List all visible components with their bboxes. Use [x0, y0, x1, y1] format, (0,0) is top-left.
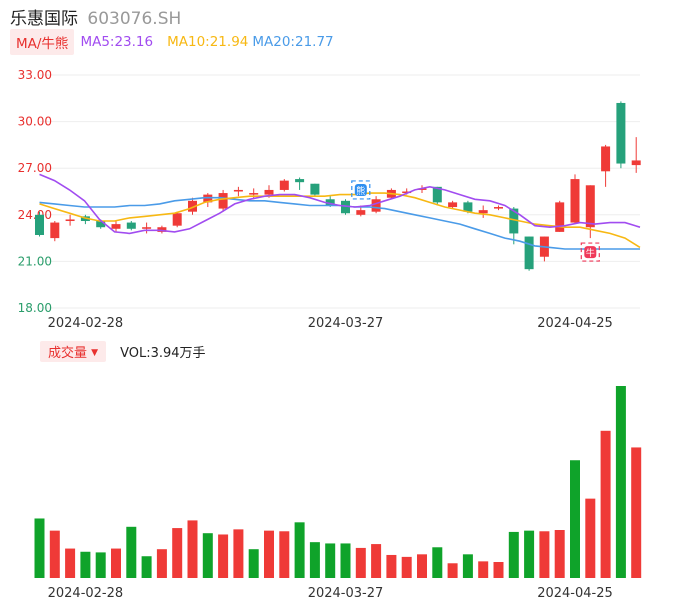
volume-bar: [508, 531, 519, 578]
volume-bar: [95, 552, 106, 578]
volume-bar: [325, 543, 336, 578]
candle: [264, 189, 274, 195]
volume-bar: [156, 549, 167, 578]
volume-bar: [478, 561, 489, 578]
x-tick-label: 2024-03-27: [308, 316, 384, 331]
volume-bar: [172, 528, 183, 578]
volume-bar: [386, 554, 397, 578]
y-tick-label: 21.00: [18, 254, 52, 268]
candle: [494, 207, 503, 209]
volume-bar: [294, 522, 305, 578]
y-tick-label: 27.00: [18, 161, 52, 175]
volume-bar: [111, 548, 121, 578]
candle: [233, 189, 243, 192]
volume-bar: [233, 529, 244, 578]
volume-bar: [631, 447, 642, 578]
volume-bar: [218, 534, 229, 578]
volume-bar: [615, 386, 626, 578]
candle: [249, 193, 259, 195]
bull-marker-glyph: 牛: [586, 247, 595, 259]
candle: [295, 179, 305, 183]
volume-bar: [600, 430, 611, 578]
candle: [218, 193, 228, 209]
candle: [279, 180, 289, 190]
volume-bar: [524, 530, 535, 578]
volume-bar: [309, 542, 320, 578]
candle: [142, 227, 152, 229]
volume-bar: [141, 556, 152, 578]
volume-bar: [432, 547, 443, 578]
volume-bar: [340, 543, 351, 578]
volume-bar: [248, 549, 259, 578]
volume-x-tick-label: 2024-03-27: [308, 586, 384, 601]
x-tick-label: 2024-02-28: [48, 316, 124, 331]
volume-bar: [417, 554, 427, 578]
volume-bar: [493, 562, 504, 578]
volume-bar: [554, 530, 565, 578]
y-tick-label: 18.00: [18, 301, 52, 315]
stock-chart[interactable]: 33.00 30.00 27.00 24.00 21.00 18.00 熊牛 2024-02-…: [0, 0, 686, 606]
volume-bar: [279, 531, 290, 578]
candle: [616, 102, 626, 164]
bear-marker-glyph: 熊: [356, 185, 365, 197]
x-tick-label: 2024-04-25: [537, 316, 613, 331]
candle: [356, 210, 366, 215]
volume-bar: [65, 548, 76, 578]
volume-x-tick-label: 2024-04-25: [537, 586, 613, 601]
y-tick-label: 30.00: [18, 115, 52, 129]
candle: [585, 185, 595, 228]
candle: [126, 222, 136, 229]
volume-bar: [371, 544, 382, 578]
candle: [96, 221, 106, 228]
volume-bar: [34, 518, 45, 578]
candle: [371, 199, 381, 212]
volume-bar: [49, 530, 60, 578]
y-tick-label: 33.00: [18, 68, 52, 82]
candle: [111, 224, 121, 229]
volume-bar: [570, 460, 580, 578]
candle: [310, 183, 320, 195]
volume-x-tick-label: 2024-02-28: [48, 586, 124, 601]
volume-bar: [539, 531, 550, 578]
candle: [478, 210, 488, 214]
candle: [35, 214, 44, 235]
volume-bar: [264, 530, 274, 578]
candle: [448, 202, 458, 208]
ma10-line: [39, 192, 641, 249]
volume-bar: [355, 547, 366, 578]
volume-bar: [80, 551, 91, 578]
candle: [570, 179, 580, 223]
candle: [524, 236, 534, 270]
candle: [601, 146, 611, 172]
volume-bar: [202, 533, 213, 578]
volume-bar: [462, 554, 473, 578]
volume-bar: [126, 526, 137, 578]
y-tick-label: 24.00: [18, 208, 52, 222]
candle: [631, 160, 641, 166]
volume-bar: [187, 520, 198, 578]
volume-bar: [447, 563, 458, 578]
candle: [65, 219, 75, 222]
volume-bar: [585, 498, 596, 578]
candle: [50, 222, 60, 239]
volume-bar: [401, 556, 412, 578]
candle: [172, 213, 182, 226]
